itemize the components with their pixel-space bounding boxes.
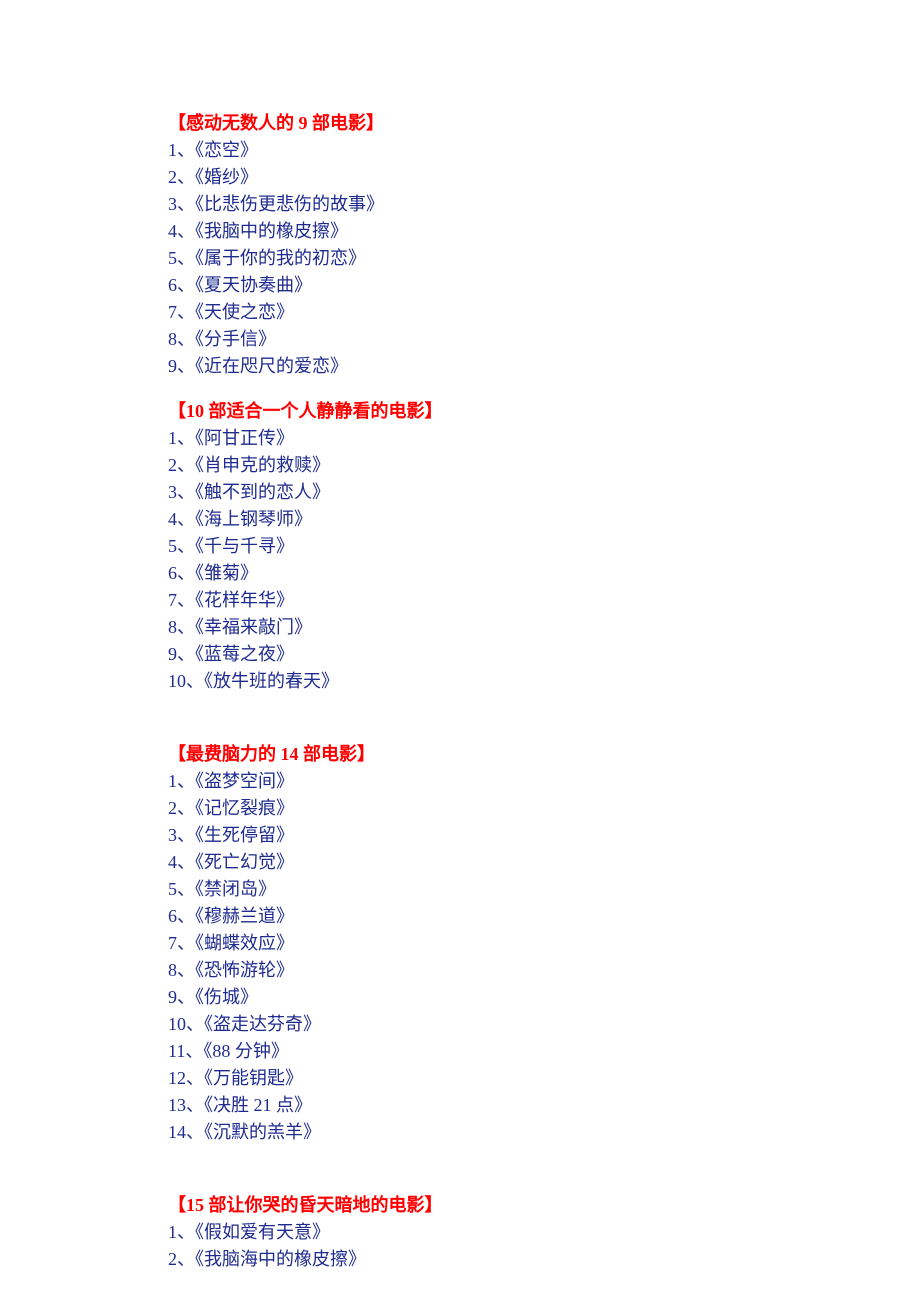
section-2-title: 【10 部适合一个人静静看的电影】	[168, 398, 920, 425]
list-item: 1、《阿甘正传》	[168, 425, 920, 452]
list-item: 5、《千与千寻》	[168, 533, 920, 560]
list-item: 1、《恋空》	[168, 137, 920, 164]
list-item: 6、《穆赫兰道》	[168, 903, 920, 930]
list-item: 2、《肖申克的救赎》	[168, 452, 920, 479]
list-item: 7、《天使之恋》	[168, 299, 920, 326]
list-item: 1、《盗梦空间》	[168, 768, 920, 795]
section-3-title: 【最费脑力的 14 部电影】	[168, 741, 920, 768]
list-item: 8、《恐怖游轮》	[168, 957, 920, 984]
section-4-title: 【15 部让你哭的昏天暗地的电影】	[168, 1192, 920, 1219]
list-item: 14、《沉默的羔羊》	[168, 1119, 920, 1146]
document-page: 【感动无数人的 9 部电影】 1、《恋空》 2、《婚纱》 3、《比悲伤更悲伤的故…	[0, 0, 920, 1302]
list-item: 11、《88 分钟》	[168, 1038, 920, 1065]
list-item: 8、《分手信》	[168, 326, 920, 353]
section-2: 【10 部适合一个人静静看的电影】 1、《阿甘正传》 2、《肖申克的救赎》 3、…	[168, 398, 920, 695]
list-item: 4、《海上钢琴师》	[168, 506, 920, 533]
section-1: 【感动无数人的 9 部电影】 1、《恋空》 2、《婚纱》 3、《比悲伤更悲伤的故…	[168, 110, 920, 380]
list-item: 5、《禁闭岛》	[168, 876, 920, 903]
list-item: 13、《决胜 21 点》	[168, 1092, 920, 1119]
section-4: 【15 部让你哭的昏天暗地的电影】 1、《假如爱有天意》 2、《我脑海中的橡皮擦…	[168, 1192, 920, 1273]
section-3: 【最费脑力的 14 部电影】 1、《盗梦空间》 2、《记忆裂痕》 3、《生死停留…	[168, 741, 920, 1146]
list-item: 7、《花样年华》	[168, 587, 920, 614]
list-item: 2、《我脑海中的橡皮擦》	[168, 1246, 920, 1273]
list-item: 5、《属于你的我的初恋》	[168, 245, 920, 272]
list-item: 9、《伤城》	[168, 984, 920, 1011]
list-item: 9、《近在咫尺的爱恋》	[168, 353, 920, 380]
list-item: 12、《万能钥匙》	[168, 1065, 920, 1092]
list-item: 4、《我脑中的橡皮擦》	[168, 218, 920, 245]
list-item: 3、《触不到的恋人》	[168, 479, 920, 506]
list-item: 2、《记忆裂痕》	[168, 795, 920, 822]
list-item: 2、《婚纱》	[168, 164, 920, 191]
list-item: 6、《夏天协奏曲》	[168, 272, 920, 299]
list-item: 1、《假如爱有天意》	[168, 1219, 920, 1246]
list-item: 9、《蓝莓之夜》	[168, 641, 920, 668]
list-item: 4、《死亡幻觉》	[168, 849, 920, 876]
list-item: 7、《蝴蝶效应》	[168, 930, 920, 957]
list-item: 6、《雏菊》	[168, 560, 920, 587]
list-item: 3、《比悲伤更悲伤的故事》	[168, 191, 920, 218]
list-item: 10、《盗走达芬奇》	[168, 1011, 920, 1038]
section-1-title: 【感动无数人的 9 部电影】	[168, 110, 920, 137]
list-item: 3、《生死停留》	[168, 822, 920, 849]
list-item: 10、《放牛班的春天》	[168, 668, 920, 695]
list-item: 8、《幸福来敲门》	[168, 614, 920, 641]
